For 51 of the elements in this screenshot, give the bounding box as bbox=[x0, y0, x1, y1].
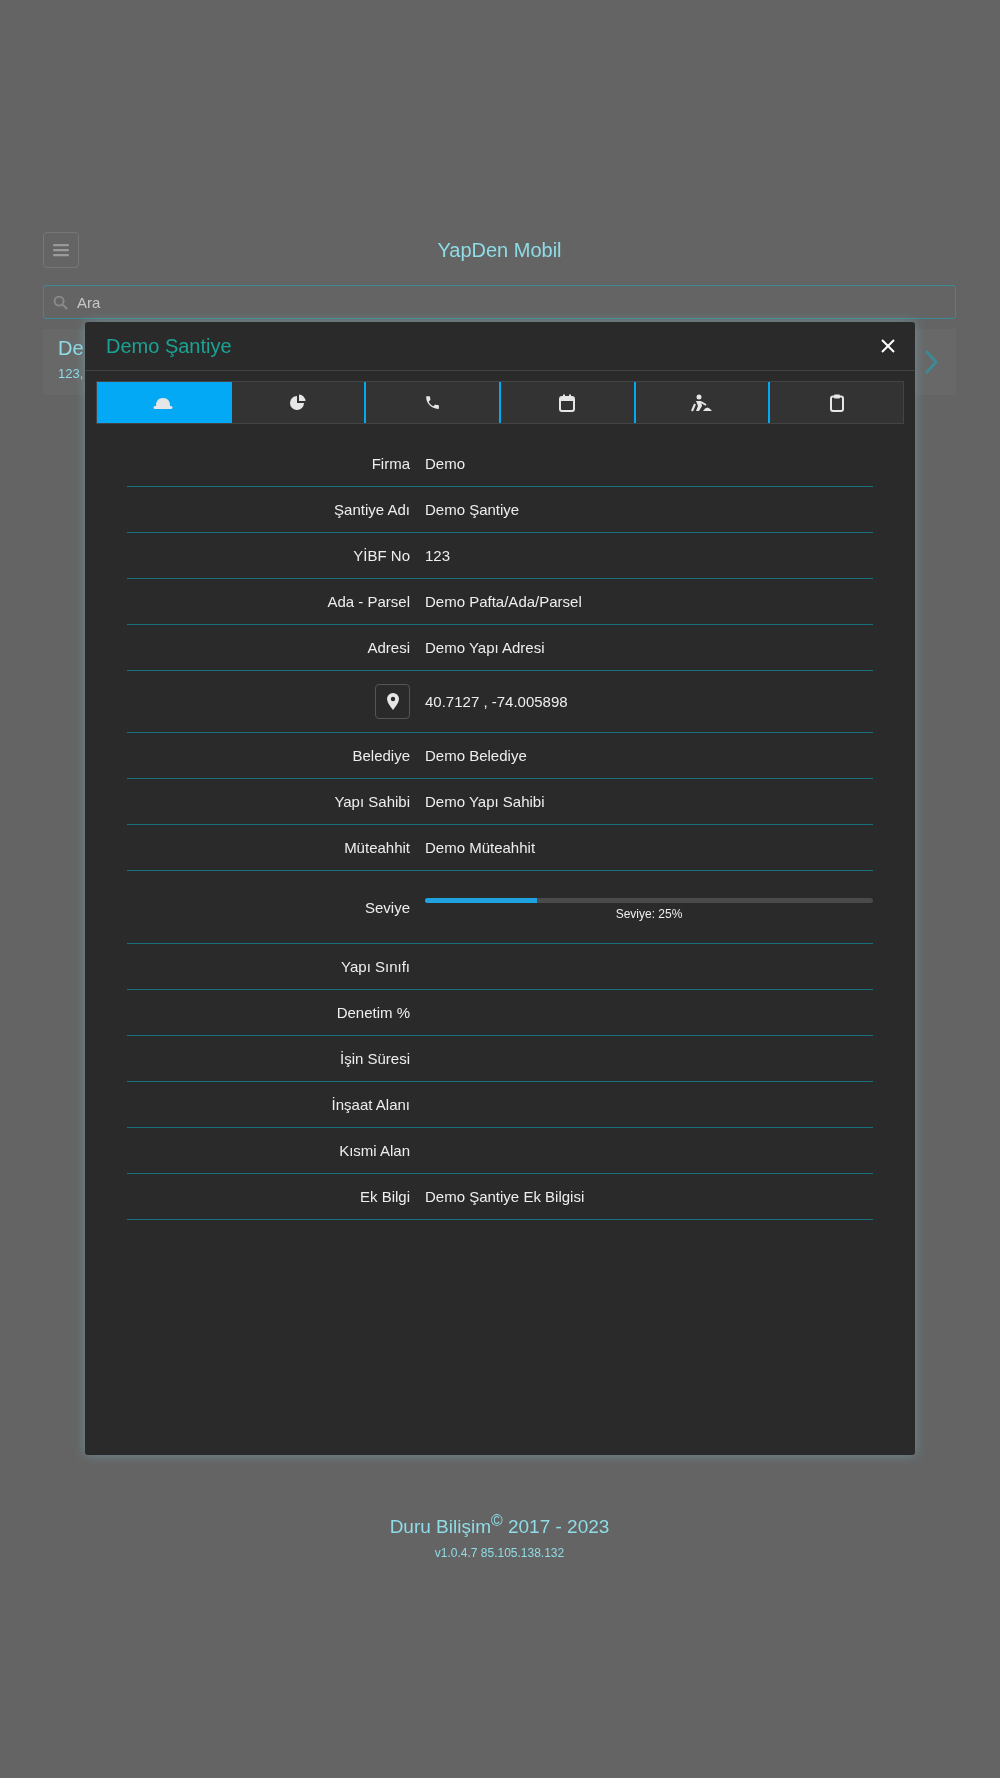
copyright-text: Duru Bilişim$^{©}$ 2017 - 2023 bbox=[389, 1512, 610, 1539]
field-value: Demo Yapı Adresi bbox=[425, 639, 545, 656]
worker-icon bbox=[691, 393, 713, 412]
modal-title: Demo Şantiye bbox=[106, 334, 232, 358]
field-label: Kısmi Alan bbox=[339, 1142, 410, 1159]
tab[interactable] bbox=[499, 382, 634, 423]
close-button[interactable] bbox=[879, 337, 897, 355]
field-label: Denetim % bbox=[336, 1004, 410, 1021]
item-title: De bbox=[58, 337, 84, 360]
clipboard-icon bbox=[829, 393, 844, 412]
chevron-right-icon bbox=[923, 348, 939, 376]
menu-icon bbox=[53, 243, 69, 257]
tab[interactable] bbox=[364, 382, 499, 423]
version-text: v1.0.4.7 85.105.138.132 bbox=[434, 1546, 565, 1561]
progress-reading: Seviye: 25% bbox=[615, 906, 683, 921]
field-label: Seviye bbox=[364, 898, 410, 916]
close-icon bbox=[881, 339, 895, 353]
phone-icon bbox=[424, 394, 442, 411]
field-label: Şantiye Adı bbox=[334, 501, 410, 518]
search-field[interactable]: Ara bbox=[43, 285, 956, 319]
field-label: Belediye bbox=[352, 747, 410, 764]
field-value: Demo Belediye bbox=[425, 747, 527, 764]
tab[interactable] bbox=[633, 382, 769, 423]
search-icon bbox=[53, 295, 68, 310]
map-pin-icon bbox=[386, 693, 399, 710]
field-value: 123 bbox=[425, 547, 451, 564]
app-title: YapDen Mobil bbox=[437, 238, 562, 262]
field-label: Adresi bbox=[367, 639, 410, 656]
item-subtitle: 123, bbox=[58, 366, 84, 381]
field-label: Firma bbox=[371, 455, 410, 472]
field-value: 40.7127 , -74.005898 bbox=[425, 693, 568, 710]
field-label: Yapı Sınıfı bbox=[341, 958, 410, 975]
pie-chart-icon bbox=[289, 393, 307, 412]
field-value: Demo Müteahhit bbox=[425, 839, 536, 856]
helmet-icon bbox=[153, 395, 174, 410]
field-label: Müteahhit bbox=[344, 839, 410, 856]
field-label: Ada - Parsel bbox=[327, 593, 410, 610]
field-label: Yapı Sahibi bbox=[334, 793, 410, 810]
field-label: YİBF No bbox=[353, 547, 410, 564]
calendar-icon bbox=[559, 393, 576, 412]
field-value: Demo bbox=[425, 455, 465, 472]
field-value: Demo Şantiye Ek Bilgisi bbox=[425, 1188, 585, 1205]
field-value: Demo Yapı Sahibi bbox=[425, 793, 545, 810]
tab[interactable] bbox=[229, 382, 365, 423]
field-value: Demo Şantiye bbox=[425, 501, 520, 518]
location-button[interactable] bbox=[375, 684, 410, 719]
field-label: İşin Süresi bbox=[339, 1050, 410, 1067]
field-label: İnşaat Alanı bbox=[331, 1096, 410, 1113]
tab[interactable] bbox=[768, 382, 904, 423]
field-label: Ek Bilgi bbox=[359, 1188, 410, 1205]
field-value: Demo Pafta/Ada/Parsel bbox=[425, 593, 582, 610]
